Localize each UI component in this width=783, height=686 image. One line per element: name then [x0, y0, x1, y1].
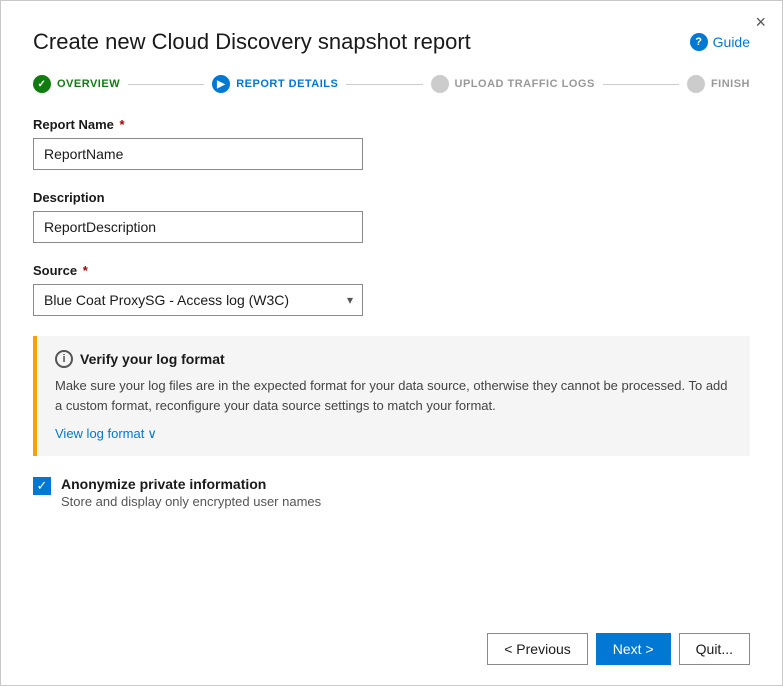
step-upload-traffic: UPLOAD TRAFFIC LOGS	[431, 75, 595, 93]
guide-icon: ?	[690, 33, 708, 51]
checkmark-icon: ✓	[37, 479, 48, 492]
next-button[interactable]: Next >	[596, 633, 671, 665]
anonymize-group: ✓ Anonymize private information Store an…	[33, 476, 750, 509]
step-label-overview: OVERVIEW	[57, 78, 120, 90]
step-label-upload: UPLOAD TRAFFIC LOGS	[455, 78, 595, 90]
source-select[interactable]: Blue Coat ProxySG - Access log (W3C) Cis…	[33, 284, 363, 316]
step-line-2	[346, 84, 422, 85]
step-label-finish: FINISH	[711, 78, 750, 90]
chevron-small-icon: ∨	[147, 426, 157, 442]
info-icon: i	[55, 350, 73, 368]
report-name-input[interactable]	[33, 138, 363, 170]
quit-button[interactable]: Quit...	[679, 633, 750, 665]
anonymize-label-group: Anonymize private information Store and …	[61, 476, 321, 509]
guide-label: Guide	[713, 34, 750, 50]
description-input[interactable]	[33, 211, 363, 243]
step-circle-finish	[687, 75, 705, 93]
anonymize-description: Store and display only encrypted user na…	[61, 494, 321, 509]
step-line-3	[603, 84, 679, 85]
report-name-label: Report Name *	[33, 117, 750, 132]
step-finish: FINISH	[687, 75, 750, 93]
dialog-header: Create new Cloud Discovery snapshot repo…	[1, 1, 782, 55]
step-circle-upload	[431, 75, 449, 93]
step-report-details: ▶ REPORT DETAILS	[212, 75, 338, 93]
source-select-wrapper: Blue Coat ProxySG - Access log (W3C) Cis…	[33, 284, 363, 316]
description-group: Description	[33, 190, 750, 243]
guide-button[interactable]: ? Guide	[690, 33, 750, 51]
step-circle-overview: ✓	[33, 75, 51, 93]
report-name-group: Report Name *	[33, 117, 750, 170]
source-label: Source *	[33, 263, 750, 278]
anonymize-checkbox[interactable]: ✓	[33, 477, 51, 495]
info-box: i Verify your log format Make sure your …	[33, 336, 750, 456]
source-group: Source * Blue Coat ProxySG - Access log …	[33, 263, 750, 316]
form-body: Report Name * Description Source * Blue …	[1, 93, 782, 617]
step-circle-report-details: ▶	[212, 75, 230, 93]
steps-bar: ✓ OVERVIEW ▶ REPORT DETAILS UPLOAD TRAFF…	[1, 55, 782, 93]
description-label: Description	[33, 190, 750, 205]
dialog-title: Create new Cloud Discovery snapshot repo…	[33, 29, 471, 55]
step-label-report-details: REPORT DETAILS	[236, 78, 338, 90]
close-button[interactable]: ×	[755, 13, 766, 31]
info-box-title: Verify your log format	[80, 351, 225, 367]
previous-button[interactable]: < Previous	[487, 633, 588, 665]
dialog: × Create new Cloud Discovery snapshot re…	[0, 0, 783, 686]
info-box-header: i Verify your log format	[55, 350, 732, 368]
step-line-1	[128, 84, 204, 85]
anonymize-label: Anonymize private information	[61, 476, 321, 492]
step-overview: ✓ OVERVIEW	[33, 75, 120, 93]
view-log-label: View log format	[55, 426, 144, 441]
info-box-body: Make sure your log files are in the expe…	[55, 376, 732, 415]
view-log-link[interactable]: View log format ∨	[55, 426, 157, 442]
dialog-footer: < Previous Next > Quit...	[1, 617, 782, 685]
